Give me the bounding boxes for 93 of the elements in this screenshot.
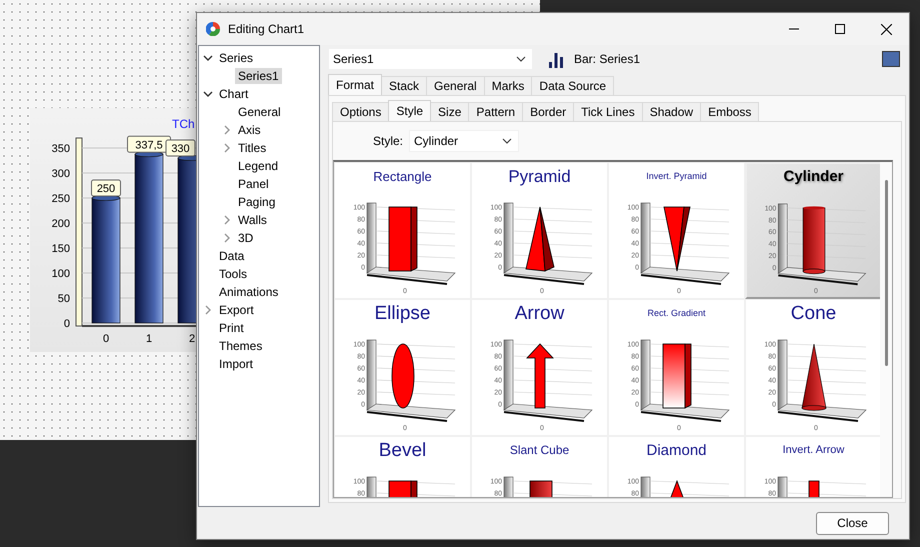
tree-item[interactable]: Paging [235,194,278,210]
axis-tick-label: 350 [52,143,70,155]
tree-item[interactable]: Import [216,356,256,372]
tree-item[interactable]: Series1 [235,68,282,84]
style-option-label: Invert. Arrow [782,442,844,458]
tab[interactable]: Border [522,102,574,121]
style-option-label: Cone [790,302,836,326]
data-label: 330 [171,143,190,155]
bar [801,344,826,411]
axis-tick-label: 200 [52,218,70,230]
chart-frame-drawing [640,476,650,497]
tab[interactable]: Pattern [468,102,524,121]
tree-item[interactable]: Walls [235,212,270,228]
tree-item[interactable]: Data [216,248,248,264]
chart-title: TCh [172,117,195,131]
caret-icon [516,56,526,62]
style-option-label: Invert. Pyramid [646,170,707,183]
tab[interactable]: Size [430,102,470,121]
chevron-right-icon[interactable] [222,233,232,243]
bar [529,480,552,497]
tree-item[interactable]: Export [216,302,257,318]
chevron-right-icon[interactable] [222,215,232,225]
tree-item[interactable]: Series [216,50,256,66]
tab[interactable]: Data Source [531,76,614,95]
style-option-label: Rect. Gradient [647,306,706,320]
chart-frame-drawing [366,476,376,497]
chevron-right-icon[interactable] [222,143,232,153]
bar-chart-icon [548,50,564,68]
maximize-icon [835,24,845,34]
axis-tick-label: 300 [52,168,70,180]
chart-frame-drawing [503,476,513,497]
bar [525,206,554,272]
style-option-label: Cylinder [783,167,844,188]
style-option-label: Diamond [646,440,707,460]
chevron-down-icon[interactable] [203,53,213,63]
chevron-right-icon[interactable] [222,125,232,135]
tab[interactable]: Format [328,74,382,95]
chevron-right-icon[interactable] [203,305,213,315]
series-title: Bar: Series1 [574,52,642,66]
bar [662,344,691,409]
data-label: 250 [96,183,116,195]
window-title: Editing Chart1 [228,22,306,36]
bar [663,206,690,272]
bar [388,206,417,272]
tree-item[interactable]: Themes [216,338,266,354]
series-dropdown[interactable]: Series1 [328,48,533,70]
bar [802,206,825,274]
style-option-label: Ellipse [374,302,430,326]
tree-item[interactable]: Animations [216,284,282,300]
data-label: 330 [166,140,196,156]
color-swatch[interactable] [882,51,900,67]
tab[interactable]: Emboss [700,102,760,121]
tree-item[interactable]: Titles [235,140,270,156]
style-option-label: Bevel [378,438,426,462]
tree-item[interactable]: Print [216,320,247,336]
style-dropdown[interactable]: Cylinder [409,130,520,152]
tab[interactable]: Style [388,100,432,121]
style-option-label: Arrow [514,302,564,326]
bar [526,343,554,408]
axis-tick-label: 0 [102,333,110,345]
style-option-label: Pyramid [508,166,571,188]
axis-tick-label: 2 [188,333,196,345]
data-label: 337,5 [135,139,163,152]
data-label: 250 [91,180,121,196]
close-icon [880,24,892,34]
bar [388,480,417,497]
tree-item[interactable]: Panel [235,176,272,192]
scrollbar[interactable] [880,162,892,497]
chevron-down-icon[interactable] [203,89,213,99]
bar [391,344,414,408]
tree-item[interactable]: Legend [235,158,282,174]
axis-tick-label: 1 [146,333,152,345]
tree-item[interactable]: Chart [216,86,252,102]
tree-item[interactable]: 3D [235,230,256,246]
tree-item[interactable]: General [235,104,284,120]
style-option-label: Slant Cube [510,442,570,459]
caret-icon [502,138,512,144]
tab[interactable]: Options [332,102,390,121]
tab[interactable]: Shadow [642,102,702,121]
data-label: 337,5 [127,136,171,153]
tab[interactable]: Tick Lines [573,102,643,121]
style-option-label: Rectangle [373,168,432,186]
style-label: Style: [373,134,404,148]
axis-tick-label: 50 [58,293,70,305]
axis-tick-label: 250 [52,193,70,205]
chart-frame-drawing [777,476,787,497]
close-dialog-button[interactable]: Close [816,512,889,534]
chart-app-icon [206,22,220,36]
axis-tick-label: 0 [64,318,70,330]
tree-item[interactable]: Tools [216,266,250,282]
tree-item[interactable]: Axis [235,122,264,138]
axis-tick-label: 100 [52,268,70,280]
axis-tick-label: 150 [52,243,70,255]
